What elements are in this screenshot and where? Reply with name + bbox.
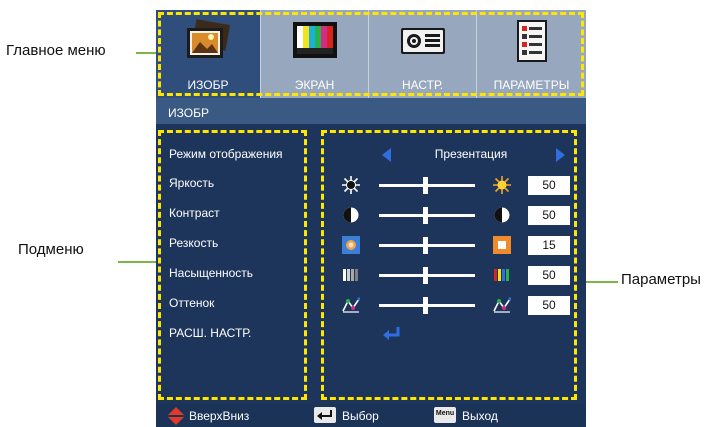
callout-submenu: Подменю (18, 241, 84, 258)
footer-exit-label: Выход (462, 409, 498, 423)
footer-bar: ВверхВниз Выбор Menu Выход (156, 404, 586, 427)
callout-line-submenu (118, 261, 160, 263)
osd-window: ИЗОБР ЭКРАН НАСТР. ПАРАМЕТРЫ ИЗОБР Режим… (156, 10, 586, 427)
enter-key-icon (314, 407, 336, 423)
footer-updown-label: ВверхВниз (189, 409, 250, 423)
submenu-highlight (158, 130, 307, 400)
section-header: ИЗОБР (156, 102, 586, 124)
menu-key-label: Menu (435, 410, 455, 417)
main-menu-highlight (158, 12, 584, 96)
updown-arrows-icon (168, 407, 184, 425)
params-highlight (321, 130, 577, 400)
footer-select-label: Выбор (342, 409, 379, 423)
menu-key-icon: Menu (434, 407, 456, 423)
callout-main-menu: Главное меню (6, 42, 106, 59)
section-title: ИЗОБР (168, 106, 209, 120)
callout-params: Параметры (621, 271, 701, 288)
